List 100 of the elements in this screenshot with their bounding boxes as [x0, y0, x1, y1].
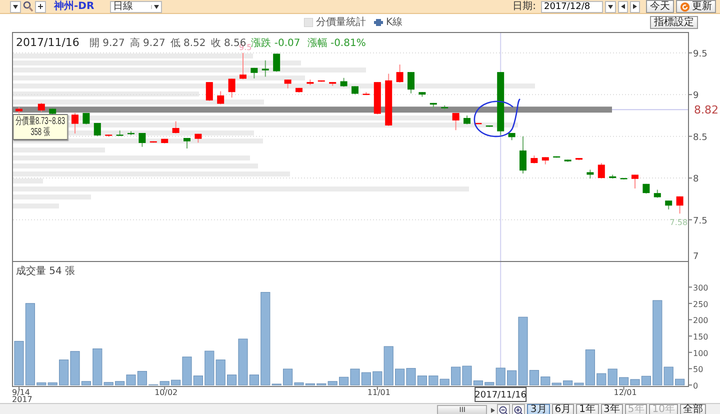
quote-value: 漲跌 -0.07 — [251, 38, 300, 49]
candlestick — [296, 87, 302, 94]
candlestick — [240, 52, 246, 80]
candlestick — [418, 92, 426, 98]
volume-bar — [619, 377, 629, 386]
quote-date: 2017/11/16 — [16, 36, 80, 49]
axis-label: 0 — [693, 382, 698, 390]
right-arrow-icon[interactable] — [491, 408, 496, 412]
quote-value: 開 9.27 — [89, 38, 125, 49]
dropdown-button[interactable] — [605, 0, 616, 12]
volume-bar — [137, 371, 147, 386]
caret-icon — [608, 4, 613, 8]
next-button[interactable] — [630, 0, 640, 12]
date-field[interactable]: 2017/12/8 — [541, 0, 603, 12]
volume-bar — [451, 366, 461, 386]
price-volume-bar — [13, 178, 43, 184]
volume-bar — [596, 373, 606, 386]
candlestick — [38, 102, 45, 112]
axis-label: 10/02 — [154, 388, 178, 397]
candlestick — [642, 183, 650, 194]
period-select[interactable]: 日線 — [110, 0, 162, 12]
candlestick — [654, 189, 661, 198]
candlestick — [194, 133, 202, 144]
candlestick — [385, 73, 392, 126]
candlestick — [474, 122, 482, 124]
range-button[interactable]: 3月 — [527, 404, 550, 414]
axis-label: 9 — [693, 91, 699, 102]
candlestick — [665, 200, 672, 210]
volume-title: 成交量 54 張 — [16, 266, 76, 277]
candlestick — [374, 82, 381, 115]
candlestick — [105, 134, 112, 138]
candlestick — [116, 130, 124, 136]
candlestick — [609, 174, 616, 180]
indicator-settings-button[interactable]: 指標設定 — [650, 16, 698, 29]
axis-label: 150 — [693, 332, 708, 342]
candlestick — [430, 102, 437, 109]
candlestick — [206, 82, 213, 102]
candlestick — [586, 169, 594, 180]
caret-icon — [13, 4, 18, 8]
candlestick — [497, 72, 504, 136]
candlestick — [553, 156, 560, 158]
dropdown-button[interactable] — [10, 0, 21, 12]
quote-value: 高 9.27 — [130, 38, 166, 49]
candlestick — [172, 120, 180, 134]
candlestick — [352, 86, 358, 95]
zoom-out-icon — [499, 406, 508, 414]
zoom-out-button[interactable] — [497, 404, 510, 414]
candlestick — [408, 72, 414, 94]
crosshair-price-label: 8.82 — [694, 104, 718, 117]
candlestick — [676, 196, 684, 214]
candlestick — [542, 156, 549, 165]
candlestick — [396, 64, 404, 84]
refresh-icon — [680, 2, 690, 12]
candlestick — [452, 112, 460, 131]
range-button[interactable]: 1年 — [576, 404, 599, 414]
add-button[interactable] — [35, 0, 46, 12]
axis-label: 7 — [693, 252, 699, 261]
right-arrow-icon — [633, 4, 637, 9]
candlestick — [273, 53, 280, 72]
candlestick — [128, 130, 134, 136]
axis-label: 9.5 — [693, 49, 708, 60]
candlestick — [82, 112, 90, 125]
range-button[interactable]: 全部 — [680, 404, 706, 414]
stock-symbol: 神州-DR — [54, 0, 94, 12]
axis-label: 11/01 — [367, 388, 390, 397]
axis-label: 9/14 — [12, 388, 30, 397]
candlestick — [620, 178, 628, 180]
volume-bar — [59, 360, 69, 386]
price-volume-bar — [13, 204, 59, 208]
axis-label: 8 — [693, 174, 699, 185]
search-icon[interactable] — [23, 1, 33, 12]
candlestick — [464, 114, 470, 125]
volume-bar — [395, 368, 405, 386]
axis-label: 50 — [693, 365, 704, 374]
plus-icon — [38, 4, 43, 9]
candlestick — [306, 79, 314, 86]
volume-bar — [361, 372, 371, 386]
candlestick — [598, 162, 605, 180]
candlestick — [217, 90, 224, 105]
candlestick — [329, 82, 336, 86]
candlestick — [262, 60, 269, 78]
candlestick — [184, 137, 190, 149]
low-price-label: 7.58 — [670, 218, 688, 228]
previous-button[interactable] — [618, 0, 628, 12]
range-button[interactable]: 3年 — [600, 404, 623, 414]
refresh-button[interactable]: 更新 — [676, 0, 716, 13]
axis-label: 250 — [693, 300, 708, 309]
candlestick — [72, 112, 78, 134]
today-button[interactable]: 今天 — [646, 0, 674, 13]
left-arrow-icon — [621, 4, 625, 9]
candlestick — [508, 132, 516, 141]
candlestick — [250, 67, 258, 79]
zoom-in-icon — [514, 406, 524, 414]
candlestick — [228, 78, 236, 98]
candlestick — [16, 106, 22, 114]
legend-label[interactable]: K線 — [386, 16, 403, 28]
legend-label[interactable]: 分價量統計 — [316, 16, 366, 28]
zoom-in-button[interactable] — [512, 404, 526, 414]
axis-label: 200 — [693, 316, 708, 326]
range-button[interactable]: 6月 — [552, 404, 574, 414]
